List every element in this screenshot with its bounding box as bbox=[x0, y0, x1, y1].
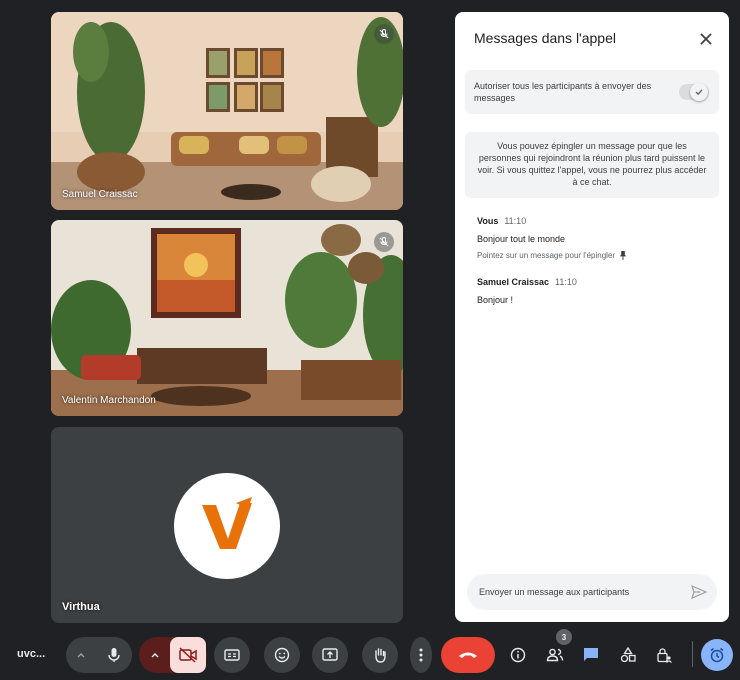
video-feed-image bbox=[51, 220, 403, 416]
send-icon[interactable] bbox=[691, 584, 707, 600]
chat-message[interactable]: Vous 11:10 Bonjour tout le monde Pointez … bbox=[477, 216, 707, 260]
message-text: Bonjour ! bbox=[477, 295, 514, 305]
chat-panel: Messages dans l'appel Autoriser tous les… bbox=[455, 12, 729, 622]
present-screen-icon bbox=[322, 648, 338, 661]
raise-hand-button[interactable] bbox=[362, 637, 398, 673]
pin-hint: Pointez sur un message pour l'épingler bbox=[477, 251, 707, 260]
chat-icon bbox=[584, 648, 598, 661]
microphone-icon bbox=[108, 648, 120, 662]
participant-name: Virthua bbox=[62, 601, 100, 613]
message-text: Bonjour tout le monde bbox=[477, 234, 566, 244]
meeting-info-button[interactable] bbox=[500, 637, 536, 673]
panel-title: Messages dans l'appel bbox=[474, 30, 616, 46]
lock-person-icon bbox=[657, 648, 672, 663]
close-icon bbox=[700, 33, 712, 45]
captions-icon bbox=[224, 649, 240, 661]
message-sender: Samuel Craissac bbox=[477, 277, 550, 287]
participant-name: Valentin Marchandon bbox=[62, 395, 156, 406]
chevron-up-icon bbox=[151, 653, 159, 658]
alarm-clock-icon bbox=[710, 647, 724, 663]
mic-muted-icon bbox=[374, 24, 394, 44]
participant-name: Samuel Craissac bbox=[62, 189, 138, 200]
info-icon bbox=[510, 647, 526, 663]
allow-messages-setting: Autoriser tous les participants à envoye… bbox=[465, 70, 719, 114]
camera-off-icon bbox=[179, 647, 197, 663]
video-tile-virthua[interactable]: Virthua bbox=[51, 427, 403, 623]
chat-message[interactable]: Samuel Craissac 11:10 Bonjour ! bbox=[477, 277, 707, 305]
logo-v-icon bbox=[202, 497, 252, 549]
allow-messages-label: Autoriser tous les participants à envoye… bbox=[474, 81, 652, 103]
toggle-knob bbox=[690, 83, 708, 101]
video-feed-image bbox=[51, 12, 403, 210]
chevron-up-icon bbox=[77, 653, 85, 658]
activities-shapes-icon bbox=[620, 647, 636, 663]
people-icon bbox=[546, 648, 564, 662]
host-controls-button[interactable] bbox=[646, 637, 682, 673]
allow-messages-toggle[interactable] bbox=[679, 83, 709, 101]
captions-button[interactable] bbox=[214, 637, 250, 673]
more-options-button[interactable] bbox=[410, 637, 432, 673]
mic-button[interactable] bbox=[96, 637, 132, 673]
leave-call-button[interactable] bbox=[441, 637, 495, 673]
meeting-code: uvc... bbox=[17, 648, 46, 660]
avatar bbox=[174, 473, 280, 579]
hang-up-icon bbox=[459, 652, 477, 658]
pin-icon[interactable] bbox=[619, 251, 627, 260]
message-time: 11:10 bbox=[555, 277, 577, 287]
hand-icon bbox=[375, 648, 386, 663]
close-panel-button[interactable] bbox=[695, 28, 717, 50]
more-vert-icon bbox=[419, 648, 423, 662]
chat-message-input[interactable] bbox=[467, 574, 717, 610]
timer-button[interactable] bbox=[701, 639, 733, 671]
emoji-icon bbox=[274, 647, 290, 663]
chat-input-box bbox=[467, 574, 717, 610]
message-header: Samuel Craissac 11:10 bbox=[477, 277, 707, 287]
audio-options-button[interactable] bbox=[66, 637, 96, 673]
video-tile-samuel[interactable]: Samuel Craissac bbox=[51, 12, 403, 210]
present-button[interactable] bbox=[312, 637, 348, 673]
check-icon bbox=[695, 89, 703, 96]
pin-hint-text: Pointez sur un message pour l'épingler bbox=[477, 251, 616, 260]
pin-info-box: Vous pouvez épingler un message pour que… bbox=[465, 132, 719, 198]
activities-button[interactable] bbox=[610, 637, 646, 673]
camera-button[interactable] bbox=[170, 637, 206, 673]
video-tile-valentin[interactable]: Valentin Marchandon bbox=[51, 220, 403, 416]
message-time: 11:10 bbox=[504, 216, 527, 226]
reactions-button[interactable] bbox=[264, 637, 300, 673]
message-sender: Vous bbox=[477, 216, 499, 226]
video-options-button[interactable] bbox=[139, 637, 171, 673]
mic-muted-icon bbox=[374, 232, 394, 252]
message-header: Vous 11:10 bbox=[477, 216, 707, 226]
chat-button[interactable] bbox=[573, 637, 609, 673]
participant-count-badge: 3 bbox=[556, 629, 572, 645]
bottom-toolbar: uvc... bbox=[0, 633, 740, 680]
toolbar-divider bbox=[692, 641, 693, 667]
